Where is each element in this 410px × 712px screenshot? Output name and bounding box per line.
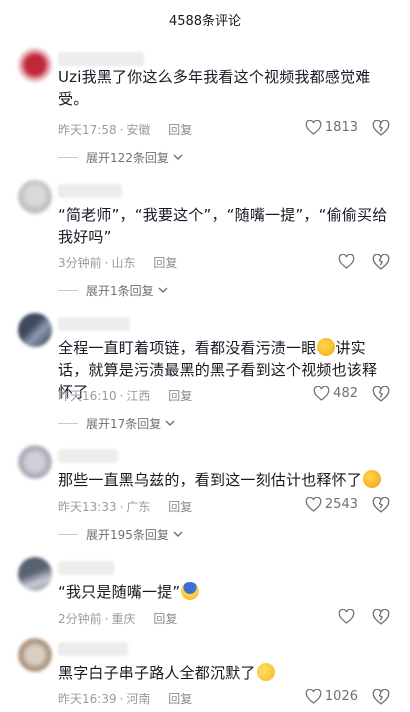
- fearful-emoji: [181, 582, 200, 600]
- like-count: 1026: [324, 689, 358, 704]
- heart-icon: [305, 689, 322, 704]
- like-count: 1813: [324, 120, 358, 135]
- username[interactable]: [58, 317, 130, 331]
- divider-line: [58, 423, 78, 424]
- expand-replies-button[interactable]: 展开122条回复: [58, 149, 183, 166]
- divider-line: [58, 157, 78, 158]
- dislike-heart-icon[interactable]: [372, 497, 390, 513]
- username[interactable]: [58, 52, 144, 66]
- comment-location: 广东: [126, 500, 151, 514]
- meta-separator: ·: [119, 389, 124, 403]
- expand-replies-label: 展开1条回复: [86, 284, 154, 298]
- chevron-down-icon: [173, 154, 183, 160]
- like-button[interactable]: 1813: [305, 120, 358, 135]
- comment-text-part: 那些一直黑乌兹的，看到这一刻估计也释怀了: [58, 471, 363, 489]
- divider-line: [58, 534, 78, 535]
- like-button[interactable]: 2543: [305, 497, 358, 512]
- divider-line: [58, 290, 78, 291]
- avatar[interactable]: [18, 638, 52, 672]
- like-button[interactable]: 1026: [305, 689, 358, 704]
- comment-text: Uzi我黑了你这么多年我看这个视频我都感觉难受。: [58, 68, 371, 108]
- like-button[interactable]: [338, 254, 358, 269]
- comment-text-part: 全程一直盯着项链，看都没看污渍一眼: [58, 339, 317, 357]
- meta-separator: ·: [119, 692, 124, 706]
- comment-meta: 3分钟前 · 山东 回复: [58, 254, 177, 271]
- avatar[interactable]: [18, 445, 52, 479]
- comment-text: “简老师”，“我要这个”，“随嘴一提”，“偷偷买给我好吗”: [58, 206, 388, 246]
- username[interactable]: [58, 184, 122, 198]
- meta-separator: ·: [119, 123, 124, 137]
- dislike-heart-icon[interactable]: [372, 120, 390, 136]
- comment-text-part: 黑字白子串子路人全都沉默了: [58, 664, 256, 682]
- comment-meta: 昨天13:33 · 广东 回复: [58, 498, 192, 515]
- comment-location: 重庆: [111, 612, 136, 626]
- like-button[interactable]: 482: [313, 386, 358, 401]
- comment-text: 那些一直黑乌兹的，看到这一刻估计也释怀了: [58, 469, 390, 491]
- heart-icon: [313, 386, 330, 401]
- meta-separator: ·: [104, 612, 109, 626]
- like-count: 482: [333, 386, 358, 401]
- expand-replies-button[interactable]: 展开195条回复: [58, 526, 183, 543]
- heart-icon: [338, 609, 355, 624]
- comment-location: 河南: [126, 692, 151, 706]
- comment-text: 黑字白子串子路人全都沉默了: [58, 662, 390, 684]
- expand-replies-label: 展开122条回复: [86, 151, 169, 165]
- username[interactable]: [58, 449, 118, 463]
- reply-button[interactable]: 回复: [168, 500, 192, 514]
- comment-meta: 2分钟前 · 重庆 回复: [58, 610, 177, 627]
- rolling-laughing-emoji: [317, 338, 336, 356]
- avatar[interactable]: [18, 557, 52, 591]
- dislike-heart-icon[interactable]: [372, 386, 390, 402]
- comment-location: 山东: [111, 256, 136, 270]
- comment-location: 江西: [126, 389, 151, 403]
- comment-count-title: 4588条评论: [168, 14, 242, 29]
- avatar[interactable]: [18, 180, 52, 214]
- comment-time: 昨天16:10: [58, 389, 117, 403]
- reply-button[interactable]: 回复: [153, 256, 177, 270]
- avatar[interactable]: [18, 313, 52, 347]
- expand-replies-button[interactable]: 展开1条回复: [58, 282, 168, 299]
- avatar[interactable]: [18, 48, 52, 82]
- reply-button[interactable]: 回复: [168, 123, 192, 137]
- expand-replies-label: 展开195条回复: [86, 528, 169, 542]
- reply-button[interactable]: 回复: [168, 692, 192, 706]
- comment-text: “我只是随嘴一提”: [58, 581, 390, 603]
- comment-meta: 昨天16:10 · 江西 回复: [58, 387, 192, 404]
- dislike-heart-icon[interactable]: [372, 689, 390, 705]
- username[interactable]: [58, 642, 128, 656]
- reply-button[interactable]: 回复: [153, 612, 177, 626]
- comments-header: 4588条评论: [0, 0, 410, 36]
- chevron-down-icon: [165, 420, 175, 426]
- meta-separator: ·: [104, 256, 109, 270]
- heart-icon: [305, 497, 322, 512]
- smiling-emoji: [256, 663, 275, 681]
- heart-icon: [305, 120, 322, 135]
- username[interactable]: [58, 561, 114, 575]
- comment-text-part: “我只是随嘴一提”: [58, 583, 181, 601]
- comment-meta: 昨天16:39 · 河南 回复: [58, 690, 192, 707]
- dislike-heart-icon[interactable]: [372, 609, 390, 625]
- comment-time: 2分钟前: [58, 612, 102, 626]
- chevron-down-icon: [158, 287, 168, 293]
- meta-separator: ·: [119, 500, 124, 514]
- comment-location: 安徽: [126, 123, 151, 137]
- dislike-heart-icon[interactable]: [372, 254, 390, 270]
- expand-replies-button[interactable]: 展开17条回复: [58, 415, 175, 432]
- chevron-down-icon: [173, 531, 183, 537]
- like-count: 2543: [324, 497, 358, 512]
- comment-time: 昨天16:39: [58, 692, 117, 706]
- reply-button[interactable]: 回复: [168, 389, 192, 403]
- expand-replies-label: 展开17条回复: [86, 417, 162, 431]
- heart-icon: [338, 254, 355, 269]
- comment-time: 3分钟前: [58, 256, 102, 270]
- comment-meta: 昨天17:58 · 安徽 回复: [58, 121, 192, 138]
- like-button[interactable]: [338, 609, 358, 624]
- comment-time: 昨天13:33: [58, 500, 117, 514]
- crying-laughing-emoji: [363, 470, 382, 488]
- comment-time: 昨天17:58: [58, 123, 117, 137]
